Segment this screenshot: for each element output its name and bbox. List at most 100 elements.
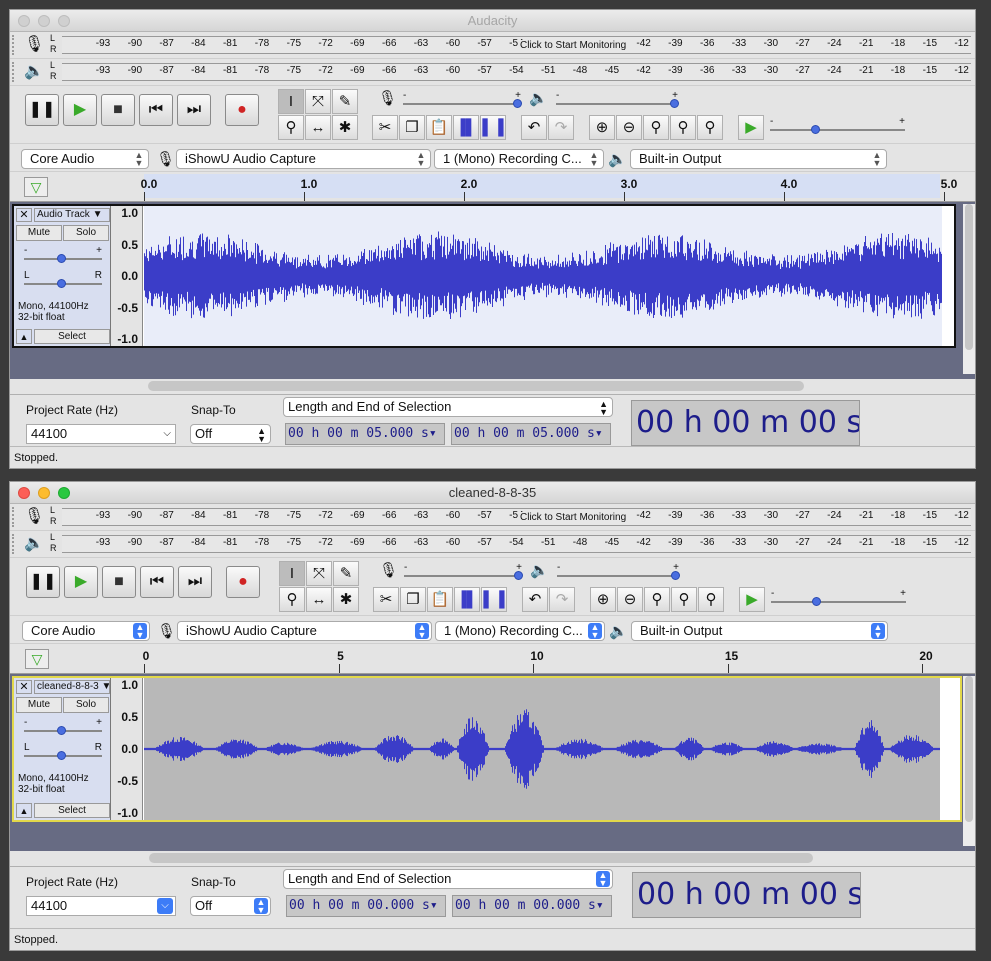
toolbar-grabber[interactable]: [12, 62, 18, 82]
envelope-tool[interactable]: ⤧: [306, 561, 332, 586]
undo-button[interactable]: ↶: [522, 587, 548, 612]
pause-button[interactable]: ❚❚: [25, 94, 59, 126]
zoom-tool[interactable]: ⚲: [279, 587, 305, 612]
silence-button[interactable]: ▌▐: [480, 115, 506, 140]
zoom-tool[interactable]: ⚲: [278, 115, 304, 140]
timeline-play-head-button[interactable]: ▽: [25, 649, 49, 669]
horizontal-scrollbar[interactable]: [148, 381, 804, 391]
vertical-scrollbar[interactable]: [963, 676, 975, 846]
undo-button[interactable]: ↶: [521, 115, 547, 140]
audio-position-time[interactable]: 00 h 00 m 00 s▾: [632, 872, 861, 918]
multi-tool[interactable]: ✱: [333, 587, 359, 612]
selection-tool[interactable]: I: [279, 561, 305, 586]
audio-host-select[interactable]: Core Audio ▲ ▼: [21, 149, 149, 169]
recording-volume-slider[interactable]: - +: [403, 90, 522, 110]
copy-button[interactable]: ❐: [400, 587, 426, 612]
collapse-track-button[interactable]: ▲: [16, 329, 32, 344]
paste-button[interactable]: 📋: [426, 115, 452, 140]
multi-tool[interactable]: ✱: [332, 115, 358, 140]
cut-button[interactable]: ✂: [372, 115, 398, 140]
mute-button[interactable]: Mute: [16, 697, 62, 713]
fit-selection-button[interactable]: ⚲: [643, 115, 669, 140]
stop-button[interactable]: ■: [102, 566, 136, 598]
zoom-toggle-button[interactable]: ⚲: [697, 115, 723, 140]
trim-button[interactable]: ▐▌: [454, 587, 480, 612]
microphone-icon[interactable]: 🎙: [24, 506, 44, 526]
selection-mode-select[interactable]: Length and End of Selection ▲ ▼: [283, 869, 613, 889]
close-window-button[interactable]: [18, 15, 30, 27]
close-track-button[interactable]: ✕: [16, 208, 32, 222]
envelope-tool[interactable]: ⤧: [305, 89, 331, 114]
play-speed-slider[interactable]: - +: [770, 116, 905, 136]
skip-to-end-button[interactable]: ⏭: [177, 94, 211, 126]
cut-button[interactable]: ✂: [373, 587, 399, 612]
vertical-scrollbar[interactable]: [963, 204, 975, 374]
zoom-in-button[interactable]: ⊕: [590, 587, 616, 612]
solo-button[interactable]: Solo: [63, 697, 109, 713]
audio-track[interactable]: ✕ cleaned-8-8-3 ▼ Mute Solo -+ LR Mono, …: [12, 676, 962, 822]
record-button[interactable]: ●: [225, 94, 259, 126]
selection-end-time[interactable]: 00 h 00 m 00.000 s▾: [452, 895, 612, 917]
microphone-icon[interactable]: 🎙: [24, 34, 44, 54]
zoom-out-button[interactable]: ⊖: [616, 115, 642, 140]
recording-channels-select[interactable]: 1 (Mono) Recording C... ▲ ▼: [435, 621, 605, 641]
playback-volume-slider[interactable]: - +: [557, 562, 680, 582]
record-button[interactable]: ●: [226, 566, 260, 598]
project-rate-select[interactable]: 44100 ⌵: [26, 424, 176, 444]
zoom-toggle-button[interactable]: ⚲: [698, 587, 724, 612]
recording-device-select[interactable]: iShowU Audio Capture ▲ ▼: [176, 149, 431, 169]
skip-to-start-button[interactable]: ⏮: [140, 566, 174, 598]
snap-to-select[interactable]: Off ▲ ▼: [190, 424, 271, 444]
timeshift-tool[interactable]: ↔: [306, 587, 332, 612]
selection-end-time[interactable]: 00 h 00 m 05.000 s▾: [451, 423, 611, 445]
timeshift-tool[interactable]: ↔: [305, 115, 331, 140]
pan-slider[interactable]: LR: [24, 270, 102, 292]
copy-button[interactable]: ❐: [399, 115, 425, 140]
close-track-button[interactable]: ✕: [16, 680, 32, 694]
toolbar-grabber[interactable]: [12, 35, 18, 55]
skip-to-end-button[interactable]: ⏭: [178, 566, 212, 598]
timeline-ruler[interactable]: ▽ 0.0 1.0 2.0 3.0 4.0 5.0: [10, 172, 975, 202]
pan-slider[interactable]: LR: [24, 742, 102, 764]
minimize-window-button[interactable]: [38, 15, 50, 27]
play-at-speed-button[interactable]: ▶: [739, 587, 765, 612]
speaker-icon[interactable]: 🔈: [24, 533, 44, 553]
zoom-window-button[interactable]: [58, 15, 70, 27]
waveform[interactable]: [144, 678, 940, 820]
recording-volume-slider[interactable]: - +: [404, 562, 523, 582]
playback-device-select[interactable]: Built-in Output ▲ ▼: [630, 149, 887, 169]
fit-project-button[interactable]: ⚲: [671, 587, 697, 612]
play-speed-slider[interactable]: - +: [771, 588, 906, 608]
paste-button[interactable]: 📋: [427, 587, 453, 612]
play-button[interactable]: ▶: [64, 566, 98, 598]
playback-device-select[interactable]: Built-in Output ▲ ▼: [631, 621, 888, 641]
redo-button[interactable]: ↷: [548, 115, 574, 140]
track-name-menu[interactable]: cleaned-8-8-3 ▼: [34, 680, 110, 694]
silence-button[interactable]: ▌▐: [481, 587, 507, 612]
recording-device-select[interactable]: iShowU Audio Capture ▲ ▼: [177, 621, 432, 641]
gain-slider[interactable]: - +: [24, 717, 102, 739]
audio-position-time[interactable]: 00 h 00 m 00 s▾: [631, 400, 860, 446]
draw-tool[interactable]: ✎: [333, 561, 359, 586]
select-track-button[interactable]: Select: [34, 329, 110, 344]
track-name-menu[interactable]: Audio Track ▼: [34, 208, 110, 222]
zoom-window-button[interactable]: [58, 487, 70, 499]
selection-tool[interactable]: I: [278, 89, 304, 114]
select-track-button[interactable]: Select: [34, 803, 110, 818]
trim-button[interactable]: ▐▌: [453, 115, 479, 140]
zoom-out-button[interactable]: ⊖: [617, 587, 643, 612]
skip-to-start-button[interactable]: ⏮: [139, 94, 173, 126]
zoom-in-button[interactable]: ⊕: [589, 115, 615, 140]
snap-to-select[interactable]: Off ▲ ▼: [190, 896, 271, 916]
playback-volume-slider[interactable]: - +: [556, 90, 679, 110]
horizontal-scrollbar[interactable]: [149, 853, 813, 863]
draw-tool[interactable]: ✎: [332, 89, 358, 114]
start-monitoring-label[interactable]: Click to Start Monitoring: [518, 40, 629, 51]
fit-project-button[interactable]: ⚲: [670, 115, 696, 140]
gain-slider[interactable]: - +: [24, 245, 102, 267]
waveform[interactable]: [144, 206, 942, 346]
recording-channels-select[interactable]: 1 (Mono) Recording C... ▲ ▼: [434, 149, 604, 169]
play-at-speed-button[interactable]: ▶: [738, 115, 764, 140]
audio-track[interactable]: ✕ Audio Track ▼ Mute Solo - + LR Mono, 44…: [12, 204, 956, 348]
solo-button[interactable]: Solo: [63, 225, 109, 241]
